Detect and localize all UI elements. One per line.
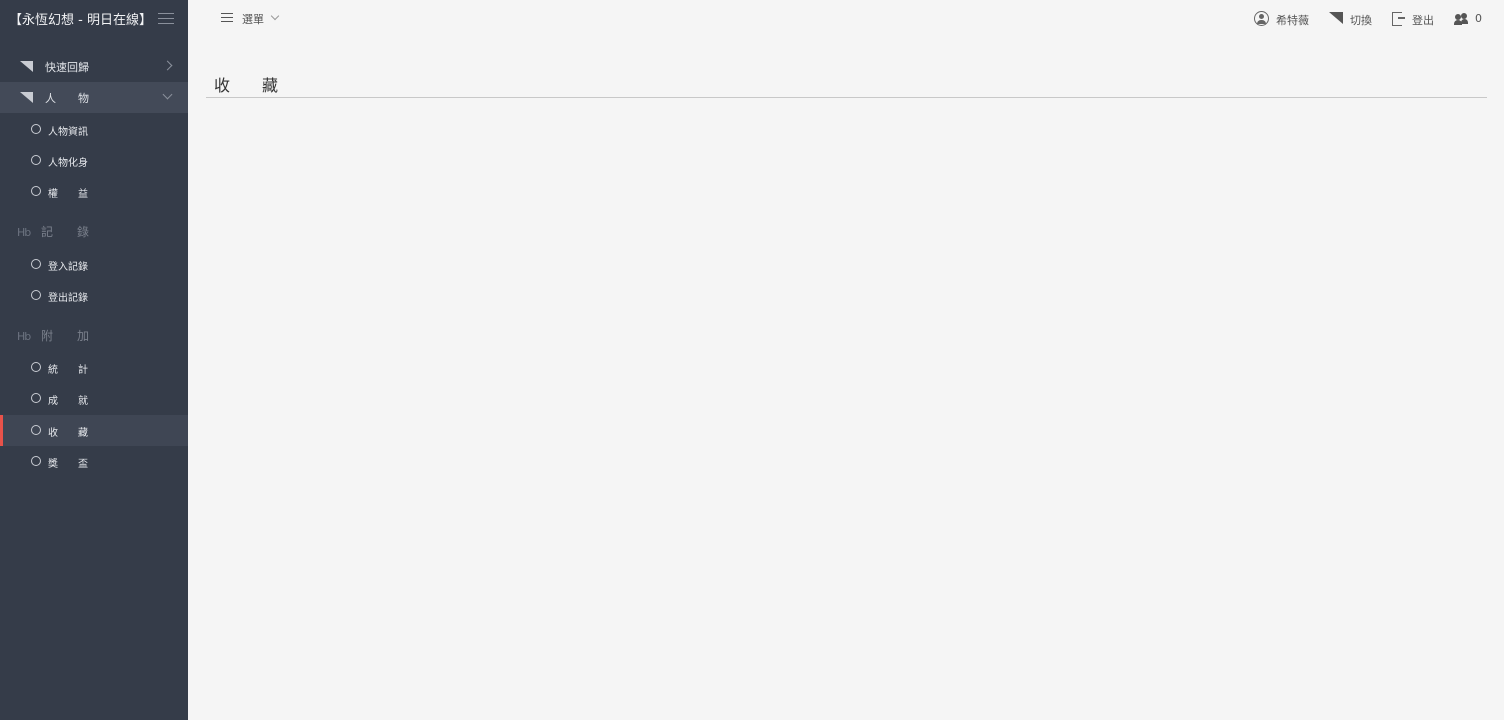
logout-label: 登出 [1412,14,1434,27]
sidebar-item-character-info[interactable]: 人物資訊 [0,114,188,145]
section-label: 記 錄 [41,225,90,239]
online-count: 0 [1475,12,1482,25]
circle-icon [31,362,41,372]
chevron-down-icon [270,11,280,21]
section-label: 附 加 [41,329,90,343]
top-bar: 選單 希特薇 切換 登出 0 [188,0,1504,37]
circle-icon [31,425,41,435]
logout-button[interactable]: 登出 [1392,11,1437,27]
users-group-icon [1454,13,1468,25]
nav-group-people[interactable]: 人 物 [0,82,188,113]
page-title: 收 藏 [214,76,279,95]
circle-icon [31,124,41,134]
sidebar-item-label: 權 益 [48,189,88,200]
user-name: 希特薇 [1276,14,1309,27]
switch-button[interactable]: 切換 [1329,11,1374,27]
sidebar-item-label: 人物化身 [48,158,88,169]
sidebar-item-statistics[interactable]: 統 計 [0,352,188,383]
sidebar-item-label: 成 就 [48,396,88,407]
nav-group-label: 快速回歸 [45,61,89,74]
chevron-right-icon [162,60,173,71]
heading-icon: Hb [17,330,31,343]
nav-group-label: 人 物 [45,92,89,105]
nav-flag-icon [20,61,33,72]
nav-group-quick-return[interactable]: 快速回歸 [0,51,188,82]
sidebar-item-label: 獎 盃 [48,459,88,470]
sidebar-item-trophies[interactable]: 獎 盃 [0,446,188,477]
circle-icon [31,155,41,165]
user-circle-icon [1254,11,1269,26]
circle-icon [31,186,41,196]
brand-title: 【永恆幻想 - 明日在線】 [9,13,152,28]
brand-bar: 【永恆幻想 - 明日在線】 [0,0,188,37]
section-header-extras: Hb 附 加 [0,320,188,350]
sidebar-item-logout-records[interactable]: 登出記錄 [0,280,188,311]
title-divider [206,97,1487,98]
switch-label: 切換 [1350,14,1372,27]
user-profile-link[interactable]: 希特薇 [1254,11,1314,27]
heading-icon: Hb [17,226,31,239]
sidebar-item-label: 登出記錄 [48,293,88,304]
sidebar: 【永恆幻想 - 明日在線】 快速回歸 人 物 人物資訊 人物化身 權 益 Hb … [0,0,188,720]
sidebar-item-achievements[interactable]: 成 就 [0,383,188,414]
sidebar-item-avatar[interactable]: 人物化身 [0,145,188,176]
sidebar-item-collection[interactable]: 收 藏 [0,415,188,446]
online-users-button[interactable]: 0 [1454,11,1484,27]
sidebar-toggle-icon[interactable] [158,13,174,25]
circle-icon [31,290,41,300]
sidebar-item-label: 人物資訊 [48,127,88,138]
logout-icon [1392,12,1405,26]
sidebar-item-login-records[interactable]: 登入記錄 [0,249,188,280]
circle-icon [31,259,41,269]
sidebar-item-label: 統 計 [48,365,88,376]
chevron-down-icon [162,89,173,100]
circle-icon [31,393,41,403]
menu-icon [221,13,233,22]
menu-label: 選單 [242,13,264,26]
nav-flag-icon [20,92,33,103]
sidebar-item-label: 登入記錄 [48,262,88,273]
section-header-records: Hb 記 錄 [0,216,188,246]
sidebar-item-privileges[interactable]: 權 益 [0,176,188,207]
switch-flag-icon [1329,12,1343,24]
circle-icon [31,456,41,466]
sidebar-item-label: 收 藏 [48,428,88,439]
